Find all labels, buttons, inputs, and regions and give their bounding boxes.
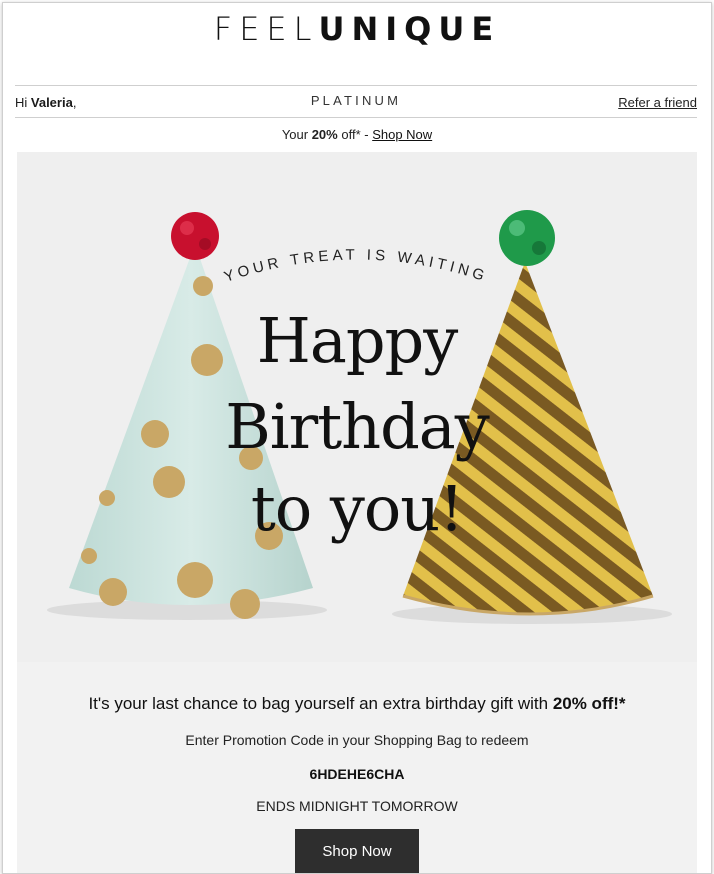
offer-bar: Your 20% off* - Shop Now: [3, 127, 711, 142]
membership-tier: PLATINUM: [310, 93, 402, 108]
refer-a-friend-link[interactable]: Refer a friend: [618, 95, 697, 110]
customer-name: Valeria: [30, 94, 73, 110]
promo-headline: It's your last chance to bag yourself an…: [17, 694, 697, 714]
green-pompom: [499, 210, 555, 266]
logo-text-feel: FEEL: [213, 10, 319, 48]
logo-text-unique: UNIQUE: [318, 10, 501, 48]
promo-deadline: ENDS MIDNIGHT TOMORROW: [256, 798, 458, 814]
hero-banner[interactable]: YOUR TREAT IS WAITING Happy Birthday to …: [17, 152, 697, 662]
shop-now-link[interactable]: Shop Now: [372, 127, 432, 142]
greeting-suffix: ,: [72, 94, 77, 110]
promo-instruction: Enter Promotion Code in your Shopping Ba…: [185, 732, 529, 748]
hero-heading-line-3: to you!: [250, 472, 464, 545]
offer-discount: 20%: [311, 127, 338, 142]
account-bar: Hi Valeria, PLATINUM Refer a friend: [15, 87, 697, 117]
shop-now-button[interactable]: Shop Now: [295, 829, 419, 873]
promo-headline-discount: 20% off!*: [552, 694, 626, 713]
offer-prefix: Your: [281, 127, 312, 142]
hero-heading-line-1: Happy: [256, 304, 458, 377]
divider: [15, 85, 697, 86]
promo-headline-text: It's your last chance to bag yourself an…: [88, 694, 553, 713]
divider: [15, 117, 697, 118]
promo-code: 6HDEHE6CHA: [309, 766, 405, 782]
promo-section: It's your last chance to bag yourself an…: [17, 662, 697, 873]
hero-heading-line-2: Birthday: [225, 390, 490, 463]
greeting: Hi Valeria,: [15, 95, 76, 110]
brand-logo[interactable]: FEELUNIQUE: [3, 9, 711, 49]
red-pompom: [171, 212, 219, 260]
hero-arc-text: YOUR TREAT IS WAITING: [222, 246, 490, 285]
email-frame: FEELUNIQUE Hi Valeria, PLATINUM Refer a …: [2, 2, 712, 874]
greeting-prefix: Hi: [15, 94, 31, 110]
offer-suffix: off* -: [337, 127, 373, 142]
